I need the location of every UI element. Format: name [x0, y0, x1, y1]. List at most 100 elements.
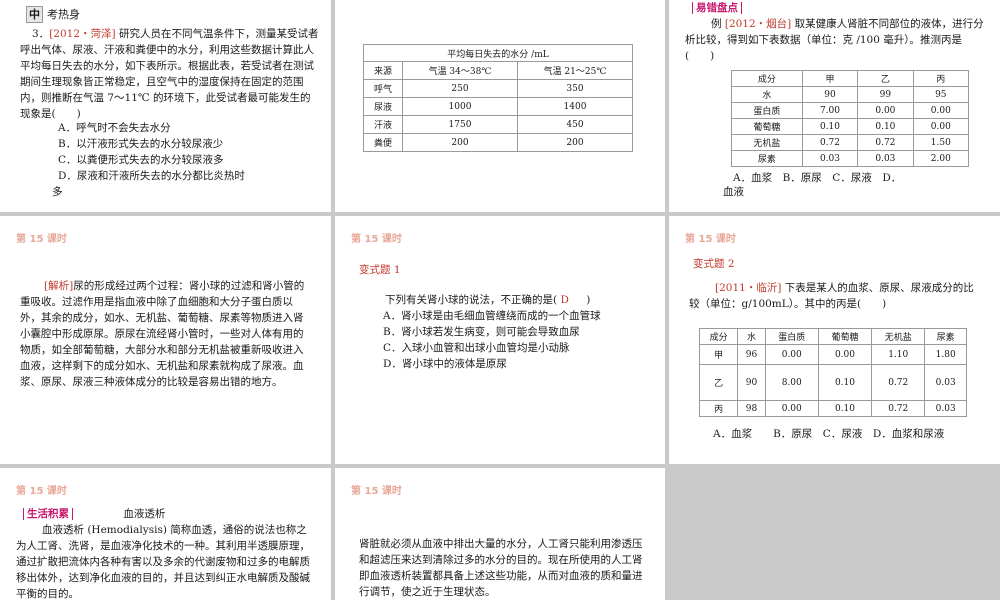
- table-cell: 1.10: [871, 344, 926, 365]
- badge-bar-icon: [741, 2, 742, 14]
- table-cell: 尿素: [731, 150, 803, 167]
- table-row: 蛋白质 7.00 0.00 0.00: [731, 102, 970, 119]
- variant-source: [2011・临沂]: [715, 282, 782, 294]
- section-header: 中考热身: [26, 6, 80, 23]
- slide-water-loss-table[interactable]: 平均每日失去的水分 /mL 来源 气温 34～38℃ 气温 21～25℃ 呼气 …: [335, 0, 665, 212]
- badge-bar-icon: [23, 508, 24, 520]
- slide-analysis[interactable]: 第 15 课时 [解析]尿的形成经过两个过程：肾小球的过滤和肾小管的重吸收。过滤…: [0, 216, 331, 464]
- slide-error-review[interactable]: 易错盘点 例 [2012・烟台] 取某健康人肾脏不同部位的液体，进行分析比较，得…: [669, 0, 1000, 212]
- example-label: 例: [711, 18, 722, 30]
- option-d: D．尿液和汗液所失去的水分都比炎热时: [58, 170, 245, 182]
- example-question: 例 [2012・烟台] 取某健康人肾脏不同部位的液体，进行分析比较，得到如下表数…: [685, 16, 987, 64]
- table-cell: 甲: [698, 344, 739, 365]
- variant-options: A．血浆 B．原尿 C．尿液 D．血浆和尿液: [713, 428, 945, 440]
- article-text: 血液透析 (Hemodialysis) 简称血透，通俗的说法也称之为人工肾、洗肾…: [16, 524, 310, 600]
- slide-life-knowledge[interactable]: 第 15 课时 生活积累 血液透析 血液透析 (Hemodialysis) 简称…: [0, 468, 331, 600]
- table-cell: 呼气: [363, 79, 403, 98]
- option-c: C．入球小血管和出球小血管均是小动脉: [383, 342, 570, 354]
- slide-variant-1[interactable]: 第 15 课时 变式题 1 下列有关肾小球的说法，不正确的是( D ) A．肾小…: [335, 216, 665, 464]
- analysis-text: 尿的形成经过两个过程：肾小球的过滤和肾小管的重吸收。过滤作用是指血液中除了血细胞…: [20, 280, 305, 388]
- table-header-cell: 蛋白质: [764, 328, 819, 345]
- table-cell: 粪便: [363, 133, 403, 152]
- table-cell: 尿液: [363, 97, 403, 116]
- badge-label: 生活积累: [27, 508, 69, 520]
- table-cell: 0.03: [801, 150, 859, 167]
- variant-question: 下列有关肾小球的说法，不正确的是( D ): [385, 292, 655, 308]
- variant-question-close: ): [586, 294, 591, 306]
- table-cell: 无机盐: [731, 134, 803, 151]
- table-cell: 2.00: [912, 150, 970, 167]
- table-cell: 0.03: [924, 364, 967, 401]
- section-header-text: 考热身: [47, 8, 80, 21]
- slide-exam-warmup[interactable]: 中考热身 3．[2012・菏泽] 研究人员在不同气温条件下，测量某受试者呼出气体…: [0, 0, 331, 212]
- table-cell: 250: [402, 79, 518, 98]
- plasma-urine-table: 成分 水 蛋白质 葡萄糖 无机盐 尿素 甲 96 0.00 0.00 1.10 …: [698, 328, 967, 417]
- table-cell: 0.03: [924, 400, 967, 417]
- article-text: 肾脏就必须从血液中排出大量的水分，人工肾只能利用渗透压和超滤压来达到清除过多的水…: [359, 538, 643, 598]
- table-cell: 8.00: [764, 364, 819, 401]
- table-cell: 1.80: [924, 344, 967, 365]
- table-header-cell: 乙: [857, 70, 914, 87]
- table-row: 乙 90 8.00 0.10 0.72 0.03: [698, 364, 967, 401]
- table-cell: 0.00: [764, 400, 819, 417]
- table-cell: 乙: [698, 364, 739, 401]
- analysis-label: [解析]: [44, 280, 74, 292]
- variant-title: 变式题 1: [359, 264, 401, 276]
- question-3: 3．[2012・菏泽] 研究人员在不同气温条件下，测量某受试者呼出气体、尿液、汗…: [20, 26, 320, 122]
- table-header-cell: 来源: [363, 61, 403, 80]
- table-cell: 0.10: [857, 118, 914, 135]
- table-cell: 0.00: [857, 102, 914, 119]
- table-header-cell: 成分: [731, 70, 803, 87]
- table-cell: 0.00: [817, 344, 873, 365]
- example-source: [2012・烟台]: [724, 18, 792, 30]
- table-cell: 0.72: [871, 400, 926, 417]
- table-header-cell: 无机盐: [871, 328, 926, 345]
- table-header-cell: 丙: [912, 70, 970, 87]
- table-header-cell: 气温 21～25℃: [516, 61, 634, 80]
- question-source: [2012・菏泽]: [49, 28, 116, 40]
- table-cell: 7.00: [801, 102, 859, 119]
- question-options: A．呼气时不会失去水分 B．以汗液形式失去的水分较尿液少 C．以粪便形式失去的水…: [58, 120, 320, 184]
- option-c: C．以粪便形式失去的水分较尿液多: [58, 154, 224, 166]
- table-row: 尿素 0.03 0.03 2.00: [731, 150, 970, 167]
- badge-bar-icon: [692, 2, 693, 14]
- table-header-cell: 水: [737, 328, 766, 345]
- table-header-cell: 尿素: [924, 328, 967, 345]
- table-cell: 水: [731, 86, 803, 103]
- table-cell: 0.72: [801, 134, 859, 151]
- table-header-cell: 甲: [801, 70, 859, 87]
- variant-answer: D: [560, 294, 569, 306]
- table-cell: 450: [516, 115, 634, 134]
- table-cell: 0.72: [871, 364, 926, 401]
- slide-variant-2[interactable]: 第 15 课时 变式题 2 [2011・临沂] 下表是某人的血浆、原尿、尿液成分…: [669, 216, 1000, 464]
- table-row: 无机盐 0.72 0.72 1.50: [731, 134, 970, 151]
- table-row: 甲 96 0.00 0.00 1.10 1.80: [698, 344, 967, 365]
- table-cell: 200: [402, 133, 518, 152]
- table-row: 尿液 1000 1400: [363, 97, 634, 116]
- kidney-fluid-table: 成分 甲 乙 丙 水 90 99 95 蛋白质 7.00 0.00 0.00 葡…: [731, 70, 970, 167]
- lesson-label: 第 15 课时: [351, 234, 402, 245]
- article-title: 血液透析: [123, 508, 166, 520]
- table-cell: 0.03: [857, 150, 914, 167]
- table-cell: 98: [737, 400, 766, 417]
- question-text: 研究人员在不同气温条件下，测量某受试者呼出气体、尿液、汗液和粪便中的水分，利用这…: [20, 28, 319, 120]
- analysis-paragraph: [解析]尿的形成经过两个过程：肾小球的过滤和肾小管的重吸收。过滤作用是指血液中除…: [20, 278, 310, 390]
- error-review-badge: 易错盘点: [689, 0, 745, 16]
- table-cell: 200: [516, 133, 634, 152]
- question-number: 3．: [32, 28, 50, 40]
- table-caption: 平均每日失去的水分 /mL: [363, 44, 633, 62]
- table-cell: 汗液: [363, 115, 403, 134]
- table-cell: 0.10: [817, 364, 873, 401]
- option-b: B．以汗液形式失去的水分较尿液少: [58, 138, 224, 150]
- life-knowledge-header: 生活积累 血液透析: [20, 506, 165, 522]
- option-d-tail: 多: [52, 186, 63, 198]
- table-cell: 95: [912, 86, 970, 103]
- variant-title: 变式题 2: [693, 258, 735, 270]
- table-cell: 0.72: [857, 134, 914, 151]
- table-cell: 1000: [402, 97, 518, 116]
- option-d: D．肾小球中的液体是原尿: [383, 358, 507, 370]
- lesson-label: 第 15 课时: [351, 486, 402, 497]
- table-row: 呼气 250 350: [363, 79, 634, 98]
- slide-artificial-kidney[interactable]: 第 15 课时 肾脏就必须从血液中排出大量的水分，人工肾只能利用渗透压和超滤压来…: [335, 468, 665, 600]
- table-cell: 1750: [402, 115, 518, 134]
